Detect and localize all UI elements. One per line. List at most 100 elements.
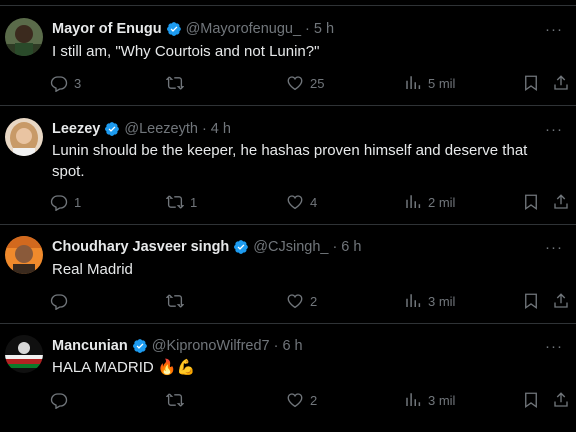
reply-icon	[50, 195, 68, 211]
reply-button[interactable]	[50, 390, 74, 410]
tweet-actions: 1 1 4 2 mil	[50, 192, 576, 212]
like-count: 4	[310, 194, 318, 210]
timestamp[interactable]: 5 h	[314, 21, 334, 37]
bookmark-button[interactable]	[522, 390, 540, 410]
verified-badge-icon	[105, 122, 120, 136]
tweet[interactable]: Choudhary Jasveer singh @CJsingh_ · 6 h …	[0, 225, 576, 324]
like-count: 2	[310, 293, 318, 309]
tweet-actions: 3 25 5 mil	[50, 73, 576, 93]
retweet-button[interactable]	[166, 390, 190, 410]
tweet-text: I still am, "Why Courtois and not Lunin?…	[52, 43, 320, 60]
reply-count: 1	[74, 194, 82, 210]
heart-icon	[287, 195, 303, 210]
heart-icon	[287, 393, 303, 408]
heart-icon	[287, 76, 303, 91]
retweet-button[interactable]: 1	[166, 192, 197, 212]
share-button[interactable]	[552, 390, 570, 410]
view-count: 3 mil	[428, 293, 456, 309]
analytics-icon	[406, 294, 421, 307]
tweet[interactable]: Mancunian @KipronoWilfred7 · 6 h ··· HAL…	[0, 324, 576, 432]
verified-badge-icon	[234, 240, 249, 254]
bookmark-button[interactable]	[522, 73, 540, 93]
tweet-actions: 2 3 mil	[50, 291, 576, 311]
separator: ·	[332, 239, 338, 255]
retweet-icon	[166, 294, 184, 308]
avatar[interactable]	[5, 118, 43, 156]
avatar[interactable]	[5, 335, 43, 373]
display-name[interactable]: Leezey	[52, 121, 100, 137]
like-button[interactable]: 2	[286, 390, 317, 410]
views-button[interactable]: 3 mil	[404, 291, 455, 311]
tweet-header: Leezey @Leezeyth · 4 h	[52, 119, 231, 139]
tweet-header: Mayor of Enugu @Mayorofenugu_ · 5 h	[52, 19, 334, 39]
share-button[interactable]	[552, 291, 570, 311]
bookmark-button[interactable]	[522, 291, 540, 311]
verified-badge-icon	[132, 339, 147, 353]
analytics-icon	[406, 393, 421, 406]
view-count: 3 mil	[428, 392, 456, 408]
reply-icon	[50, 393, 68, 409]
reply-icon	[50, 76, 68, 92]
retweet-icon	[166, 195, 184, 209]
share-icon	[554, 75, 568, 90]
display-name[interactable]: Mayor of Enugu	[52, 21, 162, 37]
tweet-text: Real Madrid	[52, 261, 133, 278]
bookmark-icon	[525, 293, 537, 310]
share-icon	[554, 293, 568, 308]
like-count: 2	[310, 392, 318, 408]
reply-count: 3	[74, 75, 82, 91]
avatar[interactable]	[5, 236, 43, 274]
verified-badge-icon	[166, 22, 181, 36]
share-icon	[554, 392, 568, 407]
display-name[interactable]: Mancunian	[52, 338, 128, 354]
avatar[interactable]	[5, 18, 43, 56]
share-button[interactable]	[552, 73, 570, 93]
handle[interactable]: @Mayorofenugu_	[186, 21, 301, 37]
more-options-icon[interactable]: ···	[544, 239, 564, 256]
like-button[interactable]: 25	[286, 73, 324, 93]
like-button[interactable]: 4	[286, 192, 317, 212]
more-options-icon[interactable]: ···	[544, 121, 564, 138]
separator: ·	[305, 21, 310, 37]
tweet-text: Lunin should be the keeper, he hashas pr…	[52, 142, 528, 180]
view-count: 5 mil	[428, 75, 456, 91]
more-options-icon[interactable]: ···	[544, 338, 564, 355]
timestamp[interactable]: 4 h	[211, 121, 231, 137]
handle[interactable]: @Leezeyth	[124, 121, 198, 137]
tweet-text: HALA MADRID 🔥💪	[52, 359, 196, 376]
analytics-icon	[406, 76, 421, 89]
tweet-header: Mancunian @KipronoWilfred7 · 6 h	[52, 336, 303, 356]
retweet-count: 1	[190, 194, 198, 210]
tweet-actions: 2 3 mil	[50, 390, 576, 410]
display-name[interactable]: Choudhary Jasveer singh	[52, 239, 229, 255]
like-count: 25	[310, 75, 325, 91]
tweet[interactable]: Mayor of Enugu @Mayorofenugu_ · 5 h ··· …	[0, 6, 576, 106]
retweet-button[interactable]	[166, 291, 190, 311]
bookmark-icon	[525, 392, 537, 409]
retweet-button[interactable]	[166, 73, 190, 93]
bookmark-button[interactable]	[522, 192, 540, 212]
tweet-header: Choudhary Jasveer singh @CJsingh_ · 6 h	[52, 237, 361, 257]
bookmark-icon	[525, 194, 537, 211]
tweet[interactable]: Leezey @Leezeyth · 4 h ··· Lunin should …	[0, 106, 576, 225]
reply-button[interactable]: 1	[50, 192, 81, 212]
reply-button[interactable]	[50, 291, 74, 311]
retweet-icon	[166, 393, 184, 407]
handle[interactable]: @CJsingh_	[253, 239, 328, 255]
share-icon	[554, 194, 568, 209]
timestamp[interactable]: 6 h	[341, 239, 361, 255]
analytics-icon	[406, 195, 421, 208]
views-button[interactable]: 2 mil	[404, 192, 455, 212]
view-count: 2 mil	[428, 194, 456, 210]
more-options-icon[interactable]: ···	[544, 21, 564, 38]
like-button[interactable]: 2	[286, 291, 317, 311]
separator: ·	[273, 338, 279, 354]
reply-icon	[50, 294, 68, 310]
heart-icon	[287, 294, 303, 309]
share-button[interactable]	[552, 192, 570, 212]
reply-button[interactable]: 3	[50, 73, 81, 93]
views-button[interactable]: 3 mil	[404, 390, 455, 410]
timestamp[interactable]: 6 h	[282, 338, 302, 354]
views-button[interactable]: 5 mil	[404, 73, 455, 93]
handle[interactable]: @KipronoWilfred7	[152, 338, 270, 354]
